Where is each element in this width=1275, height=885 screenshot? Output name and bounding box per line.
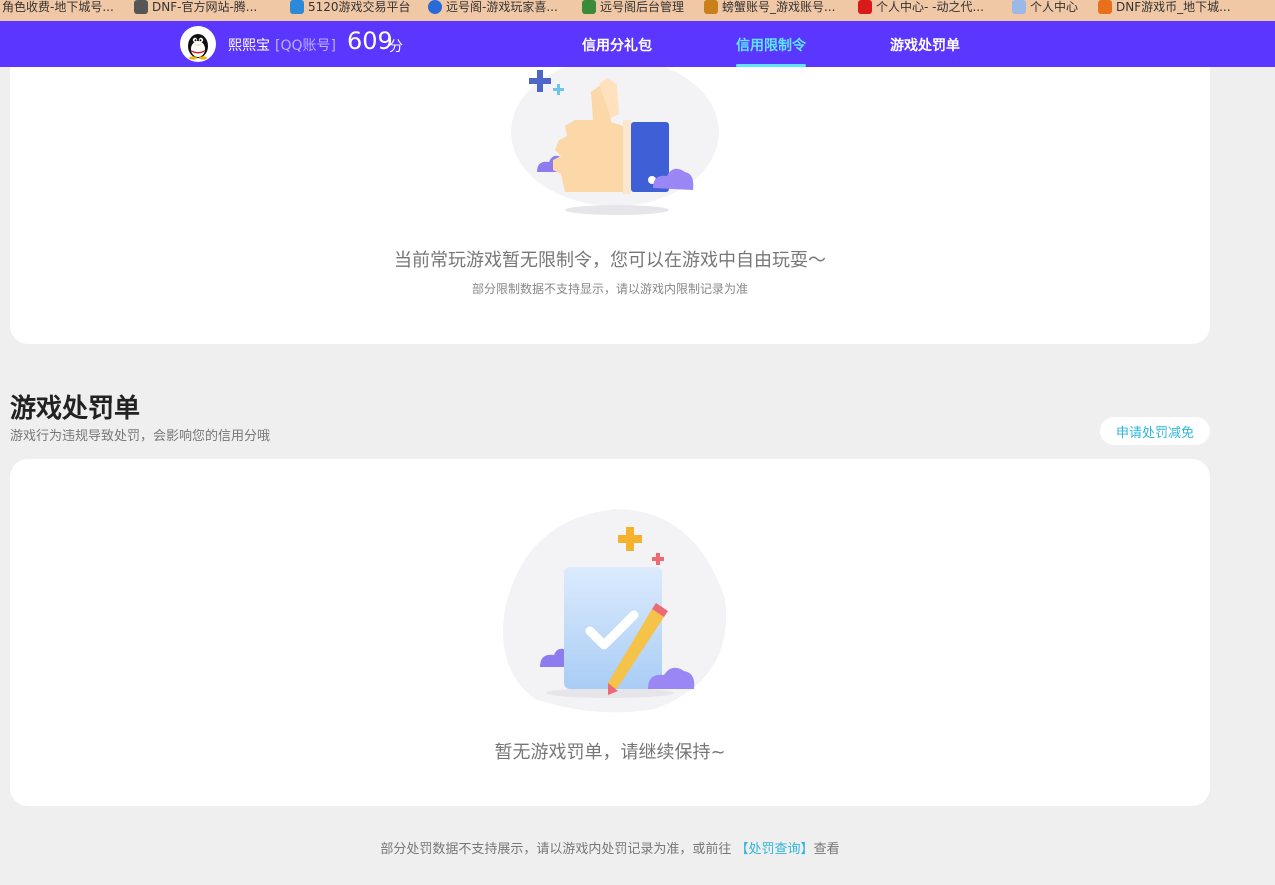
nav-credit-restriction[interactable]: 信用限制令 (736, 35, 806, 55)
bookmark-label: 远号阁后台管理 (600, 0, 685, 14)
bookmark-label: 个人中心 (1030, 0, 1079, 14)
bookmark-label: DNF-官方网站-腾... (152, 0, 258, 14)
active-nav-indicator (736, 64, 806, 67)
username: 熙熙宝 (228, 38, 270, 54)
restriction-note: 部分限制数据不支持显示，请以游戏内限制记录为准 (471, 282, 748, 296)
bookmark-label: DNF游戏币_地下城... (1116, 0, 1231, 14)
thumbs-up-illustration-icon (511, 60, 719, 215)
bookmark-label: 螃蟹账号_游戏账号... (722, 0, 836, 14)
account-type: [QQ账号] (275, 38, 336, 54)
apply-penalty-reduction-button[interactable]: 申请处罚减免 (1100, 417, 1210, 445)
restriction-empty-message: 当前常玩游戏暂无限制令，您可以在游戏中自由玩耍～ (394, 250, 826, 271)
bookmark-favicon-icon (290, 0, 304, 14)
bookmark-item[interactable]: 5120游戏交易平台 (290, 0, 411, 17)
checklist-pencil-illustration-icon (503, 509, 727, 713)
bookmark-item[interactable]: 个人中心- -动之代... (858, 0, 984, 17)
score-unit: 分 (389, 39, 403, 55)
avatar[interactable] (180, 26, 216, 62)
bookmark-label: 5120游戏交易平台 (308, 0, 411, 14)
bookmark-favicon-icon (134, 0, 148, 14)
bookmark-label: 个人中心- -动之代... (876, 0, 984, 14)
bookmark-item[interactable]: 个人中心 (1012, 0, 1078, 17)
bookmark-favicon-icon (1098, 0, 1112, 14)
bookmarks-bar: 角色收费-地下城号... DNF-官方网站-腾... 5120游戏交易平台 远号… (0, 0, 1275, 21)
footer-note: 部分处罚数据不支持展示，请以游戏内处罚记录为准，或前往 【处罚查询】查看 (0, 838, 1220, 857)
nav-game-penalty[interactable]: 游戏处罚单 (890, 35, 960, 55)
bookmark-item[interactable]: 远号阁后台管理 (582, 0, 684, 17)
bookmark-item[interactable]: 螃蟹账号_游戏账号... (704, 0, 835, 17)
penalty-empty-message: 暂无游戏罚单，请继续保持~ (494, 742, 726, 763)
bookmark-item[interactable]: DNF-官方网站-腾... (134, 0, 257, 17)
credit-score: 609 (347, 27, 393, 55)
footer-text: 部分处罚数据不支持展示，请以游戏内处罚记录为准，或前往 (380, 842, 736, 857)
bookmark-favicon-icon (704, 0, 718, 14)
bookmark-favicon-icon (428, 0, 442, 14)
top-header: 熙熙宝 [QQ账号] 609 分 信用分礼包 信用限制令 游戏处罚单 (0, 21, 1275, 67)
bookmark-item[interactable]: 角色收费-地下城号... (2, 0, 114, 17)
bookmark-label: 远号阁-游戏玩家喜... (446, 0, 558, 14)
bookmark-favicon-icon (582, 0, 596, 14)
bookmark-label: 角色收费-地下城号... (2, 0, 114, 14)
bookmark-item[interactable]: DNF游戏币_地下城... (1098, 0, 1231, 17)
footer-text-end: 查看 (813, 842, 840, 857)
bookmark-favicon-icon (858, 0, 872, 14)
section-title: 游戏处罚单 (10, 394, 141, 424)
bookmark-item[interactable]: 远号阁-游戏玩家喜... (428, 0, 558, 17)
qq-penguin-icon (188, 34, 208, 60)
bookmark-favicon-icon (1012, 0, 1026, 14)
nav-credit-gift[interactable]: 信用分礼包 (582, 35, 652, 55)
section-description: 游戏行为违规导致处罚，会影响您的信用分哦 (10, 429, 271, 444)
penalty-query-link[interactable]: 【处罚查询】 (736, 842, 814, 857)
